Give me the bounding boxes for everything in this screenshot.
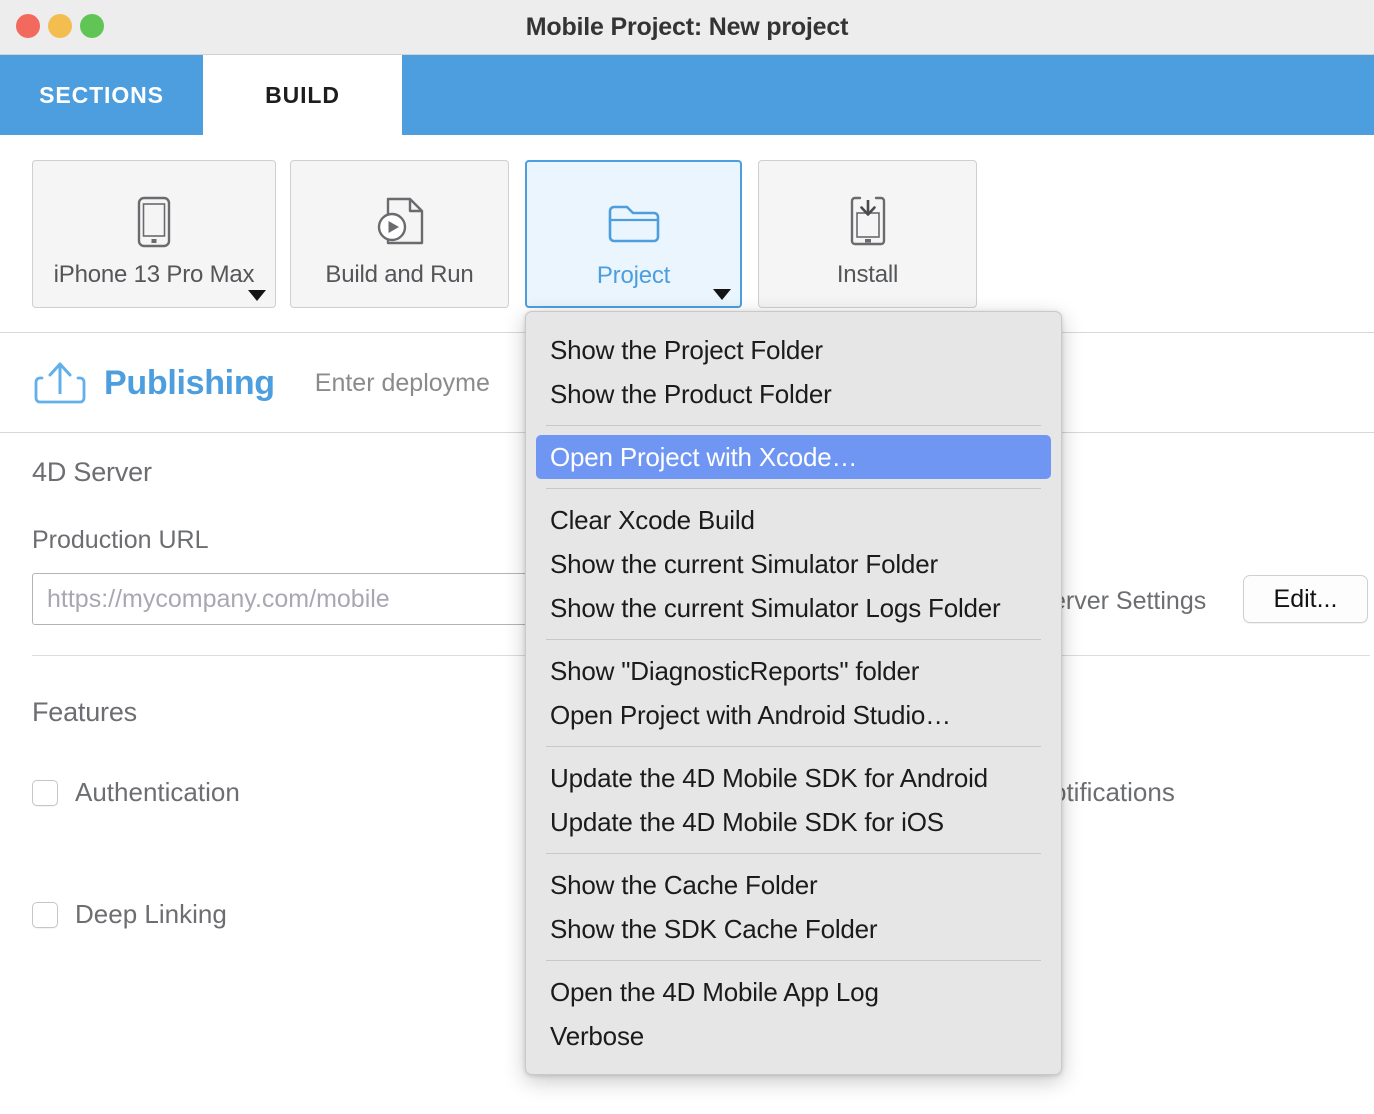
menu-item-clear-xcode-build[interactable]: Clear Xcode Build	[536, 498, 1051, 542]
project-label: Project	[596, 262, 671, 289]
menu-item-open-app-log[interactable]: Open the 4D Mobile App Log	[536, 970, 1051, 1014]
install-button[interactable]: Install	[758, 160, 977, 308]
menu-separator	[546, 425, 1041, 426]
share-upload-icon	[34, 360, 86, 406]
tab-build[interactable]: BUILD	[203, 55, 402, 135]
deployment-hint-text: Enter deployme	[314, 368, 490, 397]
production-url-label: Production URL	[32, 526, 209, 554]
app-window: Mobile Project: New project SECTIONS BUI…	[0, 0, 1374, 1114]
phone-download-icon	[850, 193, 886, 251]
menu-item-verbose[interactable]: Verbose	[536, 1014, 1051, 1058]
project-button[interactable]: Project	[525, 160, 742, 308]
menu-item-update-sdk-ios[interactable]: Update the 4D Mobile SDK for iOS	[536, 800, 1051, 844]
menu-item-show-cache-folder[interactable]: Show the Cache Folder	[536, 863, 1051, 907]
feature-authentication-row[interactable]: Authentication	[32, 777, 240, 808]
folder-icon	[607, 194, 661, 252]
deep-linking-checkbox[interactable]	[32, 901, 58, 928]
chevron-down-icon[interactable]	[713, 289, 731, 300]
project-dropdown-menu: Show the Project Folder Show the Product…	[525, 311, 1062, 1075]
chevron-down-icon[interactable]	[248, 290, 266, 301]
server-section-heading: 4D Server	[32, 457, 152, 487]
install-label: Install	[836, 261, 899, 288]
build-and-run-button[interactable]: Build and Run	[290, 160, 509, 308]
notifications-label: otifications	[1052, 777, 1175, 807]
authentication-label: Authentication	[75, 777, 240, 807]
menu-item-show-diagnosticreports-folder[interactable]: Show "DiagnosticReports" folder	[536, 649, 1051, 693]
document-play-icon	[372, 193, 428, 251]
build-toolbar: iPhone 13 Pro Max Build and Run Project …	[0, 135, 1374, 333]
tab-sections[interactable]: SECTIONS	[0, 55, 203, 135]
menu-item-show-sdk-cache-folder[interactable]: Show the SDK Cache Folder	[536, 907, 1051, 951]
features-section-heading: Features	[32, 697, 137, 727]
menu-item-open-project-with-xcode[interactable]: Open Project with Xcode…	[536, 435, 1051, 479]
menu-separator	[546, 639, 1041, 640]
publishing-title: Publishing	[104, 363, 275, 402]
server-settings-label: erver Settings	[1052, 587, 1207, 615]
feature-deep-linking-row[interactable]: Deep Linking	[32, 899, 227, 930]
menu-item-open-project-with-android-studio[interactable]: Open Project with Android Studio…	[536, 693, 1051, 737]
window-title: Mobile Project: New project	[525, 13, 849, 41]
deep-linking-label: Deep Linking	[75, 899, 227, 929]
tab-bar: SECTIONS BUILD	[0, 55, 1374, 135]
build-and-run-label: Build and Run	[325, 261, 474, 288]
menu-separator	[546, 488, 1041, 489]
menu-separator	[546, 853, 1041, 854]
menu-item-show-simulator-folder[interactable]: Show the current Simulator Folder	[536, 542, 1051, 586]
menu-item-show-product-folder[interactable]: Show the Product Folder	[536, 372, 1051, 416]
menu-item-show-simulator-logs-folder[interactable]: Show the current Simulator Logs Folder	[536, 586, 1051, 630]
menu-item-show-project-folder[interactable]: Show the Project Folder	[536, 328, 1051, 372]
device-selector-button[interactable]: iPhone 13 Pro Max	[32, 160, 276, 308]
feature-notifications-row[interactable]: otifications	[1052, 777, 1175, 808]
menu-separator	[546, 960, 1041, 961]
phone-icon	[137, 193, 171, 251]
edit-server-settings-button[interactable]: Edit...	[1243, 575, 1368, 623]
menu-item-update-sdk-android[interactable]: Update the 4D Mobile SDK for Android	[536, 756, 1051, 800]
authentication-checkbox[interactable]	[32, 779, 58, 806]
device-selector-label: iPhone 13 Pro Max	[53, 261, 255, 288]
menu-separator	[546, 746, 1041, 747]
title-bar: Mobile Project: New project	[0, 0, 1374, 55]
